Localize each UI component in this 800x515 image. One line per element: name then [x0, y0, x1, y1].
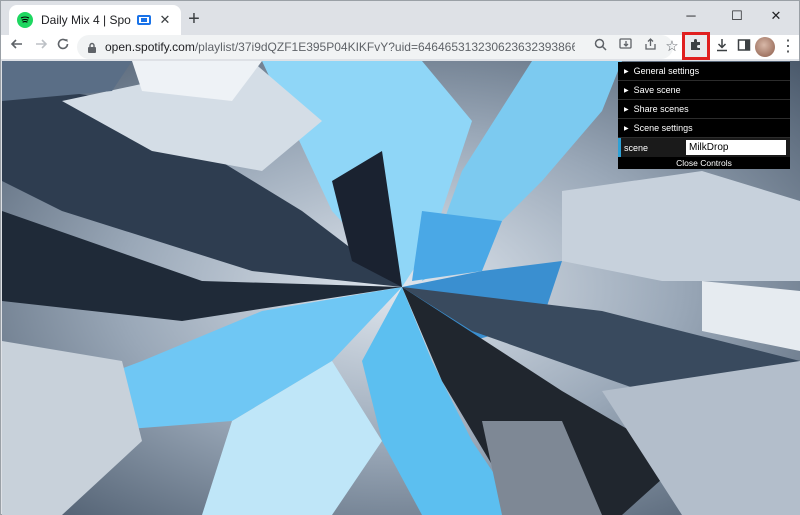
reload-button[interactable] — [51, 36, 75, 58]
lock-icon — [87, 42, 97, 53]
profile-avatar[interactable] — [755, 37, 775, 57]
scene-input[interactable]: MilkDrop — [686, 140, 786, 155]
caret-right-icon: ▶ — [624, 68, 629, 75]
url-text: open.spotify.com/playlist/37i9dQZF1E395P… — [105, 40, 575, 54]
close-window-button[interactable]: ✕ — [753, 3, 799, 31]
back-button[interactable] — [5, 36, 29, 58]
share-icon[interactable] — [641, 38, 659, 56]
download-button[interactable] — [711, 35, 733, 59]
bookmark-star-icon[interactable]: ☆ — [663, 38, 681, 56]
scene-field-row: scene MilkDrop — [618, 138, 790, 157]
close-controls-button[interactable]: Close Controls — [618, 157, 790, 169]
tab-title: Daily Mix 4 | Spotify Playlist — [41, 13, 131, 27]
new-tab-button[interactable]: + — [183, 9, 205, 31]
caret-right-icon: ▶ — [624, 87, 629, 94]
caret-right-icon: ▶ — [624, 125, 629, 132]
controls-panel: ▶ General settings ▶ Save scene ▶ Share … — [618, 62, 790, 169]
install-app-icon[interactable] — [617, 38, 635, 56]
browser-toolbar: open.spotify.com/playlist/37i9dQZF1E395P… — [1, 32, 799, 60]
menu-share-scenes[interactable]: ▶ Share scenes — [618, 100, 790, 119]
browser-menu-button[interactable]: ⋮ — [777, 35, 799, 59]
menu-scene-settings[interactable]: ▶ Scene settings — [618, 119, 790, 138]
spotify-icon — [17, 12, 33, 28]
browser-window: Daily Mix 4 | Spotify Playlist ✕ + ─ ☐ ✕… — [0, 0, 800, 515]
zoom-icon[interactable] — [591, 38, 609, 56]
tab-spotify-playlist[interactable]: Daily Mix 4 | Spotify Playlist ✕ — [9, 5, 181, 35]
media-playing-icon — [137, 15, 151, 25]
address-bar[interactable]: open.spotify.com/playlist/37i9dQZF1E395P… — [77, 35, 679, 59]
minimize-button[interactable]: ─ — [668, 3, 714, 31]
caret-right-icon: ▶ — [624, 106, 629, 113]
tab-strip: Daily Mix 4 | Spotify Playlist ✕ + ─ ☐ ✕ — [1, 1, 799, 35]
forward-button[interactable] — [29, 36, 53, 58]
extensions-button[interactable] — [682, 32, 710, 60]
menu-save-scene[interactable]: ▶ Save scene — [618, 81, 790, 100]
scene-label: scene — [624, 142, 649, 153]
tab-close-button[interactable]: ✕ — [157, 12, 173, 28]
puzzle-icon — [689, 37, 703, 56]
menu-general-settings[interactable]: ▶ General settings — [618, 62, 790, 81]
side-panel-button[interactable] — [733, 35, 755, 59]
